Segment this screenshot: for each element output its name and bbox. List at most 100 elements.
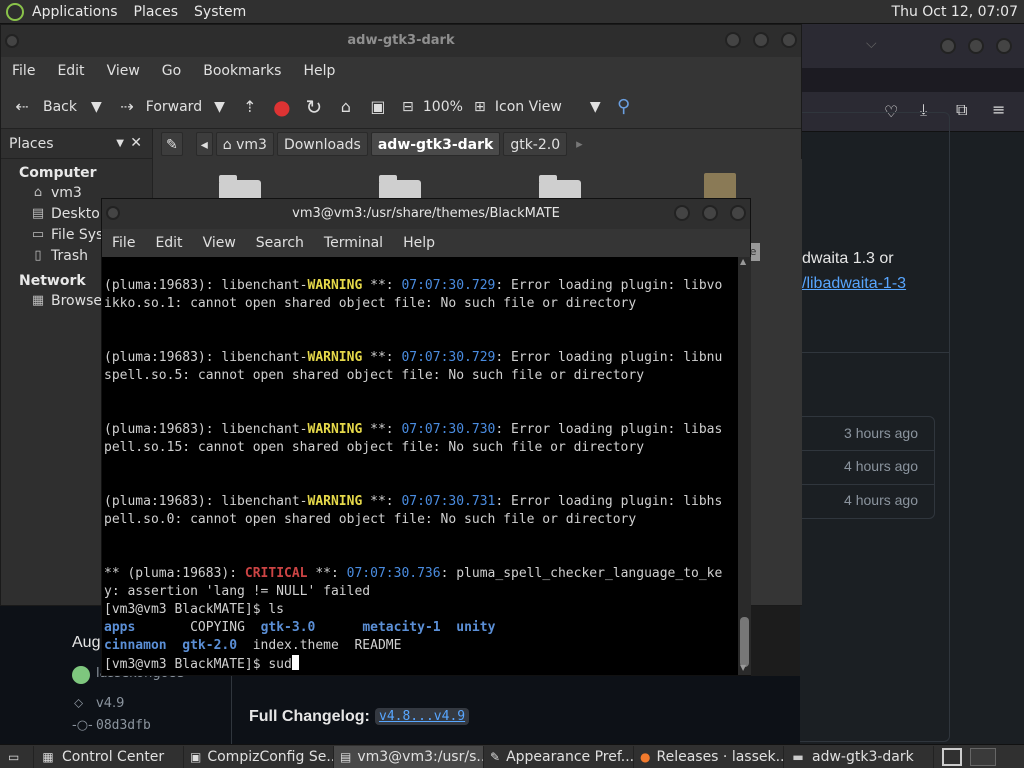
term-maximize-icon[interactable]: [702, 205, 718, 221]
fm-menu-edit[interactable]: Edit: [46, 63, 95, 79]
term-menu-edit[interactable]: Edit: [145, 235, 192, 251]
appearance-icon: ✎: [490, 749, 501, 764]
forward-history-dropdown[interactable]: ▼: [214, 99, 225, 115]
clock[interactable]: Thu Oct 12, 07:07: [892, 4, 1024, 20]
edit-location-button[interactable]: ✎: [161, 132, 183, 156]
edit-icon: ✎: [166, 137, 178, 153]
stop-button[interactable]: ●: [271, 96, 293, 118]
fm-minimize-icon[interactable]: [725, 32, 741, 48]
applications-menu[interactable]: Applications: [24, 0, 126, 24]
chevron-right-icon[interactable]: ▸: [576, 137, 583, 152]
terminal-scrollbar[interactable]: ▲ ▼: [738, 257, 751, 675]
home-button[interactable]: ⌂: [335, 96, 357, 118]
term-minimize-icon[interactable]: [674, 205, 690, 221]
task-compizconfig[interactable]: ▣ CompizConfig Se...: [184, 745, 334, 768]
view-mode-select[interactable]: Icon View ▼: [495, 99, 601, 115]
asset-time: 4 hours ago: [844, 458, 918, 474]
terminal-line: apps COPYING gtk-3.0 metacity-1 unity: [104, 620, 496, 635]
term-menu-help[interactable]: Help: [393, 235, 445, 251]
computer-button[interactable]: ▣: [367, 96, 389, 118]
term-menu-view[interactable]: View: [193, 235, 246, 251]
scroll-down-icon[interactable]: ▼: [740, 663, 746, 672]
fm-menu-view[interactable]: View: [96, 63, 151, 79]
home-icon: ⌂: [340, 96, 351, 116]
forward-button[interactable]: ⇢ Forward: [116, 96, 202, 118]
terminal-line: (pluma:19683): libenchant-WARNING **: 07…: [104, 350, 723, 365]
fm-menu-go[interactable]: Go: [151, 63, 192, 79]
workspace-switcher-2[interactable]: [970, 747, 996, 766]
tag-icon: ⬦: [74, 696, 84, 711]
terminal-line: y: assertion 'lang != NULL' failed: [104, 584, 371, 599]
arrow-left-icon: ⇠: [15, 96, 29, 116]
fm-maximize-icon[interactable]: [753, 32, 769, 48]
asset-time: 4 hours ago: [844, 492, 918, 508]
workspace-switcher[interactable]: [942, 747, 962, 766]
release-commit[interactable]: 08d3dfb: [96, 718, 151, 733]
task-appearance-preferences[interactable]: ✎ Appearance Pref...: [484, 745, 634, 768]
breadcrumb-downloads[interactable]: Downloads: [276, 132, 368, 156]
zoom-in-button[interactable]: ⊞: [469, 96, 491, 118]
term-menu-file[interactable]: File: [102, 235, 145, 251]
scroll-up-icon[interactable]: ▲: [740, 257, 746, 266]
places-menu[interactable]: Places: [126, 0, 187, 24]
browser-minimize-icon[interactable]: [940, 38, 956, 54]
system-menu[interactable]: System: [186, 0, 254, 24]
avatar[interactable]: [72, 666, 90, 684]
release-notes-link[interactable]: /libadwaita-1-3: [802, 275, 906, 293]
fm-menu-bookmarks[interactable]: Bookmarks: [192, 63, 292, 79]
chevron-down-icon[interactable]: ⌵: [866, 36, 877, 52]
fm-close-icon[interactable]: [781, 32, 797, 48]
terminal-line: cinnamon gtk-2.0 index.theme README: [104, 638, 402, 653]
zoom-out-button[interactable]: ⊟: [397, 96, 419, 118]
browser-window: ⌵ ♡ ⤓ ⧉ ≡: [800, 24, 1024, 744]
zoom-out-icon: ⊟: [402, 98, 414, 115]
terminal-line: ikko.so.1: cannot open shared object fil…: [104, 296, 637, 311]
search-icon: ⚲: [617, 95, 631, 117]
release-notes-text: dwaita 1.3 or: [802, 250, 894, 267]
reload-button[interactable]: ↻: [303, 96, 325, 118]
scrollbar-thumb[interactable]: [740, 617, 749, 667]
commit-icon: -○-: [72, 718, 93, 733]
drive-icon: ▭: [31, 227, 45, 242]
fm-window-menu-icon[interactable]: [5, 34, 19, 48]
breadcrumb-gtk-2.0[interactable]: gtk-2.0: [503, 132, 568, 156]
terminal-output[interactable]: (pluma:19683): libenchant-WARNING **: 07…: [102, 257, 738, 675]
release-date: Aug: [72, 634, 101, 651]
terminal-line: spell.so.5: cannot open shared object fi…: [104, 368, 645, 383]
desktop-icon: ▤: [31, 206, 45, 221]
task-terminal[interactable]: ▤ vm3@vm3:/usr/s...: [334, 745, 484, 768]
breadcrumb-adw-gtk3-dark[interactable]: adw-gtk3-dark: [370, 132, 501, 156]
term-menu-search[interactable]: Search: [246, 235, 314, 251]
release-tag[interactable]: v4.9: [96, 696, 124, 711]
term-menu-terminal[interactable]: Terminal: [314, 235, 393, 251]
fm-menu-help[interactable]: Help: [292, 63, 346, 79]
term-close-icon[interactable]: [730, 205, 746, 221]
dropdown-arrow-icon: ▼: [589, 98, 601, 115]
show-desktop-icon: ▭: [8, 749, 20, 764]
breadcrumb-vm3[interactable]: ⌂ vm3: [215, 132, 274, 156]
task-control-center[interactable]: ▦ Control Center: [34, 745, 184, 768]
search-button[interactable]: ⚲: [613, 96, 635, 118]
up-button[interactable]: ⇡: [239, 96, 261, 118]
show-desktop-button[interactable]: ▭: [0, 745, 34, 768]
terminal-menubar: File Edit View Search Terminal Help: [102, 229, 750, 257]
menu-icon[interactable]: ≡: [992, 100, 1005, 119]
task-firefox-releases[interactable]: ● Releases · lassek...: [634, 745, 784, 768]
close-sidebar-icon[interactable]: ✕: [130, 135, 142, 151]
mate-logo-icon[interactable]: [6, 2, 24, 21]
changelog-link[interactable]: v4.8...v4.9: [375, 708, 470, 725]
browser-maximize-icon[interactable]: [968, 38, 984, 54]
places-selector[interactable]: Places ▼ ✕: [1, 129, 152, 159]
home-icon: ⌂: [222, 137, 237, 153]
back-history-dropdown[interactable]: ▼: [91, 99, 102, 115]
back-button[interactable]: ⇠ Back: [11, 96, 77, 118]
browser-close-icon[interactable]: [996, 38, 1012, 54]
zoom-level[interactable]: 100%: [423, 99, 463, 115]
breadcrumb-left-button[interactable]: ◂: [195, 132, 213, 156]
fm-menu-file[interactable]: File: [1, 63, 46, 79]
changelog-area: Full Changelog: v4.8...v4.9: [232, 676, 800, 744]
task-file-manager[interactable]: ▬ adw-gtk3-dark: [784, 745, 934, 768]
extensions-icon[interactable]: ⧉: [956, 100, 967, 120]
term-window-menu-icon[interactable]: [106, 206, 120, 220]
terminal-title: vm3@vm3:/usr/share/themes/BlackMATE: [102, 199, 750, 229]
